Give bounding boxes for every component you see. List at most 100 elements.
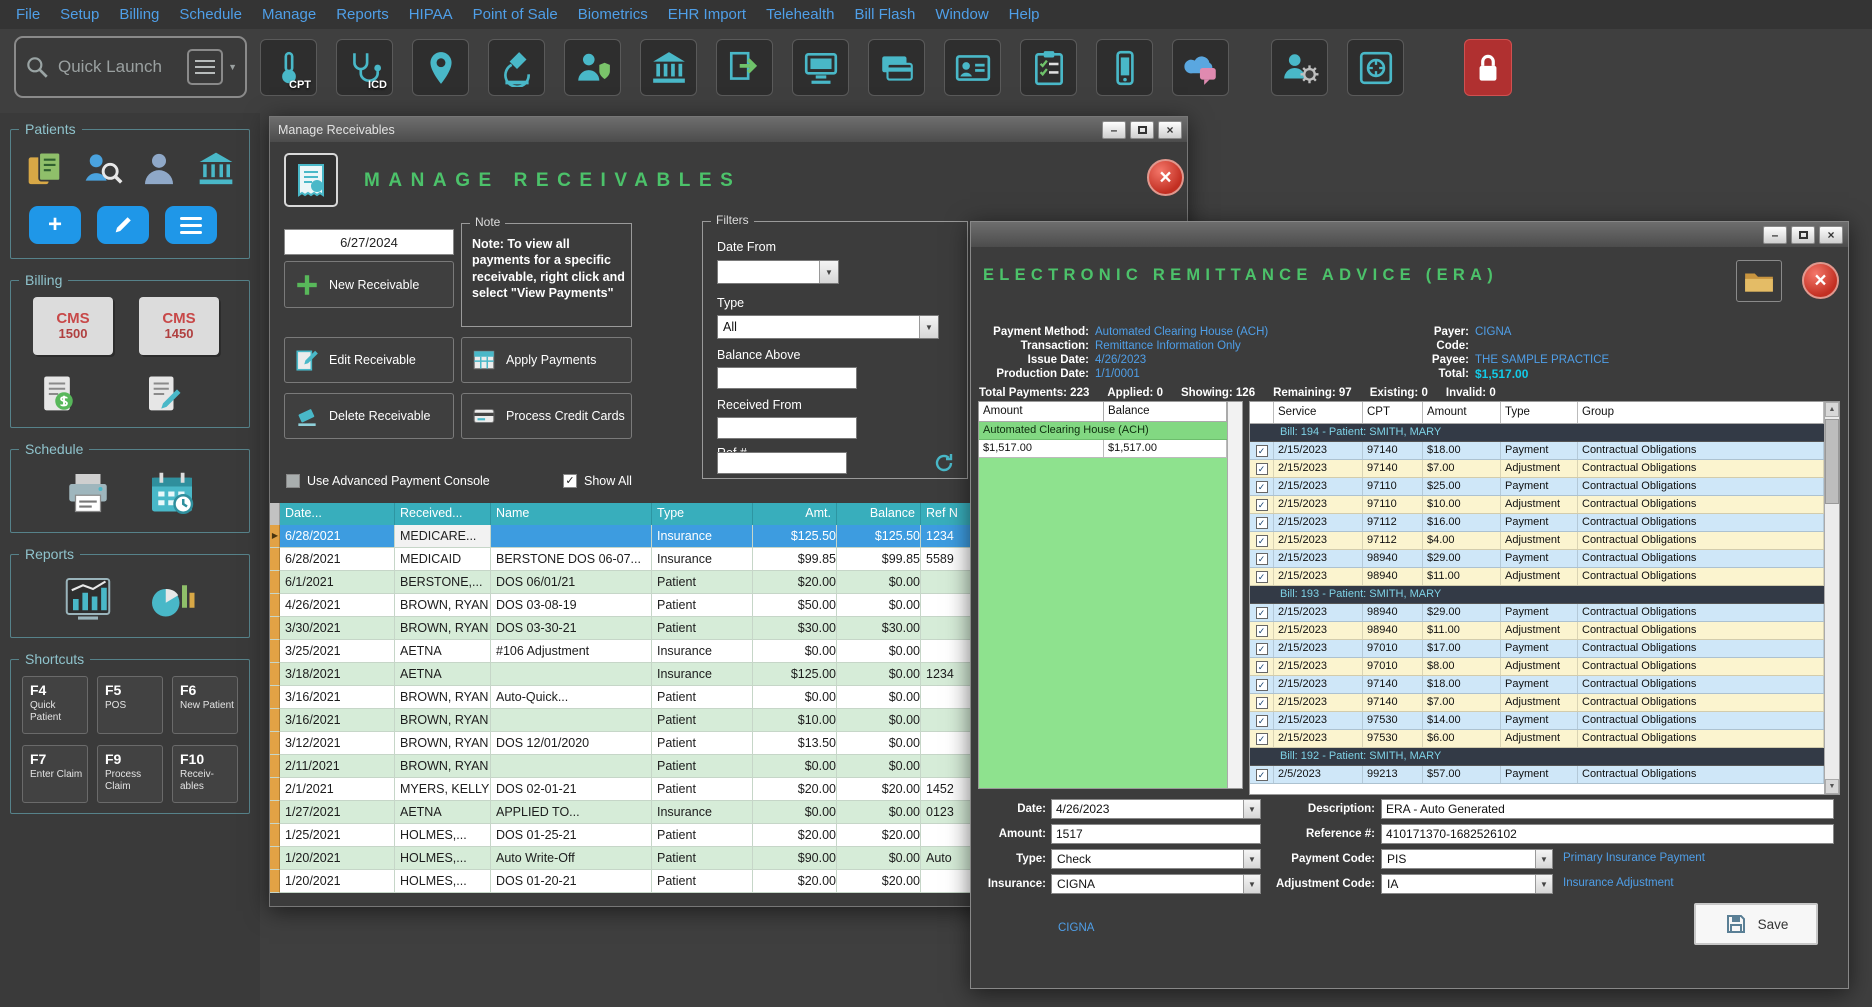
menu-item-manage[interactable]: Manage — [252, 1, 326, 28]
type-dropdown[interactable]: All ▼ — [717, 315, 939, 339]
row-checkbox-checked-icon[interactable]: ✓ — [1256, 715, 1268, 727]
id-card-button[interactable] — [944, 39, 1001, 96]
ref-input[interactable] — [718, 453, 846, 473]
mr-minimize-button[interactable]: – — [1102, 121, 1126, 139]
menu-item-hipaa[interactable]: HIPAA — [399, 1, 463, 28]
shortcut-f6-button[interactable]: F6New Patient — [172, 676, 238, 734]
row-checkbox-checked-icon[interactable]: ✓ — [1256, 661, 1268, 673]
type-column-header[interactable]: Type — [1501, 402, 1578, 423]
advanced-payment-console-checkbox[interactable]: Use Advanced Payment Console — [286, 474, 490, 488]
menu-item-billing[interactable]: Billing — [109, 1, 169, 28]
bill-group-row[interactable]: Bill: 193 - Patient: SMITH, MARY — [1250, 586, 1824, 604]
row-checkbox-checked-icon[interactable]: ✓ — [1256, 607, 1268, 619]
cpt-column-header[interactable]: CPT — [1363, 402, 1423, 423]
payment-group-row[interactable]: Automated Clearing House (ACH) — [979, 422, 1227, 440]
scroll-down-button[interactable]: ▼ — [1825, 779, 1839, 794]
adjustment-code-dropdown[interactable]: IA ▼ — [1381, 874, 1553, 894]
era-detail-row[interactable]: ✓2/15/202397112$4.00AdjustmentContractua… — [1250, 532, 1824, 550]
menu-item-biometrics[interactable]: Biometrics — [568, 1, 658, 28]
era-detail-row[interactable]: ✓2/15/202397140$7.00AdjustmentContractua… — [1250, 460, 1824, 478]
era-detail-row[interactable]: ✓2/15/202398940$11.00AdjustmentContractu… — [1250, 622, 1824, 640]
era-detail-row[interactable]: ✓2/15/202398940$29.00PaymentContractual … — [1250, 550, 1824, 568]
appointments-button[interactable] — [144, 466, 200, 522]
menu-item-help[interactable]: Help — [999, 1, 1050, 28]
menu-item-schedule[interactable]: Schedule — [169, 1, 252, 28]
add-patient-button[interactable]: + — [29, 206, 81, 244]
date-from-input[interactable] — [718, 261, 819, 283]
column-header-amt[interactable]: Amt. — [753, 503, 837, 525]
row-checkbox-checked-icon[interactable]: ✓ — [1256, 535, 1268, 547]
payments-header-amount[interactable]: Amount — [979, 402, 1104, 422]
era-close-red-button[interactable]: × — [1802, 262, 1839, 299]
new-receivable-button[interactable]: New Receivable — [284, 261, 454, 308]
era-detail-row[interactable]: ✓2/15/202397530$14.00PaymentContractual … — [1250, 712, 1824, 730]
edit-receivable-button[interactable]: Edit Receivable — [284, 337, 454, 383]
patient-button[interactable] — [135, 146, 183, 192]
row-checkbox-checked-icon[interactable]: ✓ — [1256, 625, 1268, 637]
shortcut-f5-button[interactable]: F5POS — [97, 676, 163, 734]
era-detail-row[interactable]: ✓2/15/202397110$10.00AdjustmentContractu… — [1250, 496, 1824, 514]
era-date-input[interactable] — [1052, 802, 1243, 816]
row-checkbox-checked-icon[interactable]: ✓ — [1256, 553, 1268, 565]
row-checkbox-checked-icon[interactable]: ✓ — [1256, 445, 1268, 457]
row-checkbox-checked-icon[interactable]: ✓ — [1256, 571, 1268, 583]
row-checkbox-checked-icon[interactable]: ✓ — [1256, 697, 1268, 709]
mr-date-display[interactable]: 6/27/2024 — [284, 229, 454, 255]
checklist-button[interactable] — [1020, 39, 1077, 96]
user-settings-button[interactable] — [1271, 39, 1328, 96]
row-checkbox-checked-icon[interactable]: ✓ — [1256, 679, 1268, 691]
quick-launch[interactable]: Quick Launch ▼ — [14, 36, 247, 98]
era-amount-input[interactable] — [1052, 827, 1260, 841]
mr-close-red-button[interactable]: × — [1147, 159, 1184, 196]
quick-launch-menu-button[interactable] — [187, 49, 223, 85]
statement-button[interactable] — [33, 371, 81, 417]
menu-item-window[interactable]: Window — [925, 1, 998, 28]
menu-item-reports[interactable]: Reports — [326, 1, 399, 28]
row-checkbox-checked-icon[interactable]: ✓ — [1256, 517, 1268, 529]
menu-item-setup[interactable]: Setup — [50, 1, 109, 28]
location-button[interactable] — [412, 39, 469, 96]
patient-receipts-button[interactable] — [21, 146, 69, 192]
chevron-down-icon[interactable]: ▼ — [1535, 875, 1552, 893]
credit-cards-button[interactable] — [868, 39, 925, 96]
era-detail-row[interactable]: ✓2/15/202398940$29.00PaymentContractual … — [1250, 604, 1824, 622]
service-column-header[interactable]: Service — [1274, 402, 1363, 423]
era-detail-row[interactable]: ✓2/15/202397010$8.00AdjustmentContractua… — [1250, 658, 1824, 676]
era-detail-row[interactable]: ✓2/15/202397530$6.00AdjustmentContractua… — [1250, 730, 1824, 748]
mobile-app-button[interactable] — [1096, 39, 1153, 96]
show-all-checkbox[interactable]: ✓ Show All — [563, 474, 632, 488]
shortcut-f7-button[interactable]: F7Enter Claim — [22, 745, 88, 803]
column-header-recv[interactable]: Received... — [395, 503, 491, 525]
mr-close-button[interactable]: × — [1158, 121, 1182, 139]
quick-launch-caret-icon[interactable]: ▼ — [228, 62, 237, 72]
mr-titlebar[interactable]: Manage Receivables – × — [270, 117, 1187, 142]
column-header-date[interactable]: Date... — [280, 503, 395, 525]
cloud-messaging-button[interactable] — [1172, 39, 1229, 96]
era-detail-row[interactable]: ✓2/5/202399213$57.00PaymentContractual O… — [1250, 766, 1824, 784]
patient-search-button[interactable] — [78, 146, 126, 192]
menu-item-point-of-sale[interactable]: Point of Sale — [463, 1, 568, 28]
reports-analytics-button[interactable] — [144, 571, 200, 627]
cpt-codes-button[interactable]: CPT — [260, 39, 317, 96]
vault-button[interactable] — [1347, 39, 1404, 96]
received-from-input[interactable] — [718, 418, 856, 438]
shortcut-f4-button[interactable]: F4Quick Patient — [22, 676, 88, 734]
insurance-dropdown[interactable]: CIGNA ▼ — [1051, 874, 1261, 894]
patient-list-button[interactable] — [165, 206, 217, 244]
payment-code-dropdown[interactable]: PIS ▼ — [1381, 849, 1553, 869]
cigna-link[interactable]: CIGNA — [1058, 922, 1094, 934]
bill-group-row[interactable]: Bill: 192 - Patient: SMITH, MARY — [1250, 748, 1824, 766]
row-checkbox-checked-icon[interactable]: ✓ — [1256, 463, 1268, 475]
reference-input[interactable] — [1382, 827, 1833, 841]
era-open-file-button[interactable] — [1736, 260, 1782, 302]
cms-1450-button[interactable]: CMS 1450 — [139, 297, 219, 355]
icd-codes-button[interactable]: ICD — [336, 39, 393, 96]
era-detail-scrollbar[interactable]: ▲ ▼ — [1824, 402, 1839, 794]
group-column-header[interactable]: Group — [1578, 402, 1824, 423]
bank-button[interactable] — [640, 39, 697, 96]
era-detail-row[interactable]: ✓2/15/202398940$11.00AdjustmentContractu… — [1250, 568, 1824, 586]
scrollbar-thumb[interactable] — [1825, 419, 1839, 504]
bill-group-row[interactable]: Bill: 194 - Patient: SMITH, MARY — [1250, 424, 1824, 442]
date-from-picker-button[interactable]: ▼ — [819, 261, 838, 283]
amount-column-header[interactable]: Amount — [1423, 402, 1501, 423]
